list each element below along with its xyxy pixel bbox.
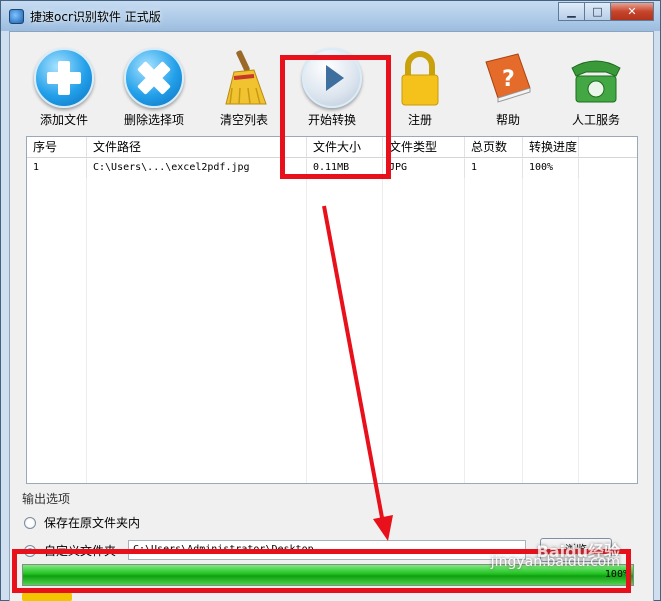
watermark-url: jingyan.baidu.com bbox=[490, 554, 620, 570]
annotation-arrow bbox=[322, 205, 393, 541]
app-window: 捷速ocr识别软件 正式版 ▁ □ ✕ 添加文件 删除选择项 清空列表 开始转换… bbox=[0, 0, 661, 601]
